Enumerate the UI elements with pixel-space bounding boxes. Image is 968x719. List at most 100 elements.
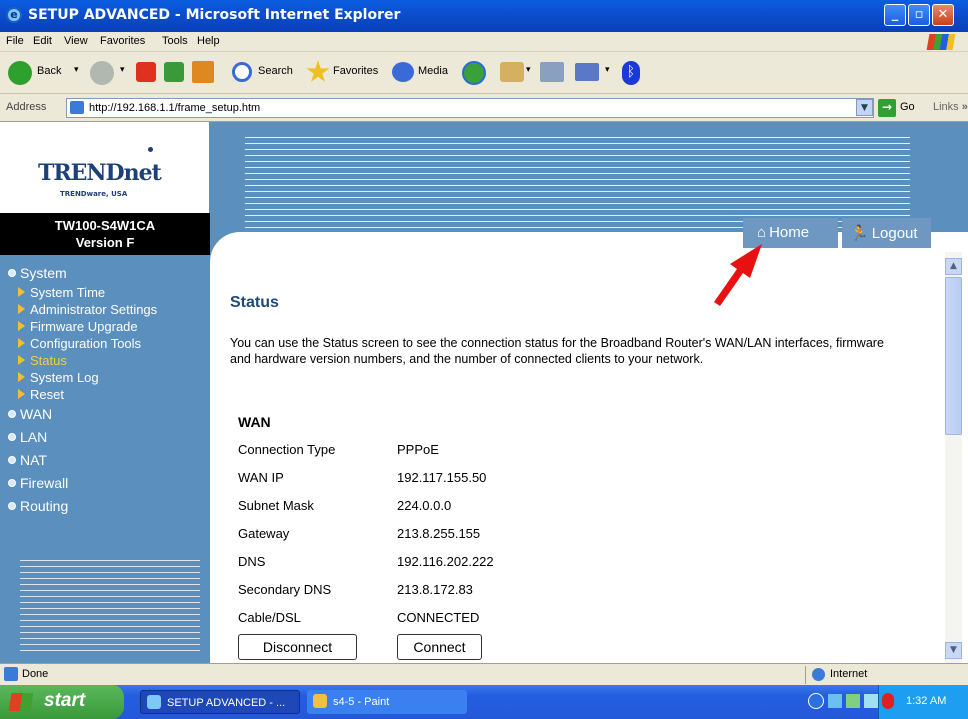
bullet-icon (8, 269, 16, 277)
secondary-dns-label: Secondary DNS (238, 582, 332, 597)
menu-tools[interactable]: Tools (162, 35, 188, 47)
bluetooth-tray-icon[interactable] (882, 693, 894, 709)
task-setup-advanced[interactable]: SETUP ADVANCED - ... (140, 690, 300, 714)
nav-nat[interactable]: NAT (8, 452, 47, 468)
links-label: Links (933, 101, 959, 113)
nav-system-time[interactable]: System Time (18, 285, 105, 300)
logo-dot-icon (148, 147, 153, 152)
media-button[interactable]: Media (418, 65, 448, 77)
nav-wan[interactable]: WAN (8, 406, 52, 422)
bullet-icon (8, 456, 16, 464)
home-icon: ⌂ (757, 224, 767, 241)
task-paint[interactable]: s4-5 - Paint (307, 690, 467, 714)
refresh-icon[interactable] (164, 62, 184, 82)
disconnect-button[interactable]: Disconnect (238, 634, 357, 660)
menu-edit[interactable]: Edit (33, 35, 52, 47)
cable-dsl-value: CONNECTED (397, 610, 480, 625)
model-version: Version F (75, 235, 135, 250)
status-bar: Done Internet (0, 663, 968, 685)
edit-dropdown-icon[interactable]: ▾ (605, 64, 610, 75)
window-title: SETUP ADVANCED - Microsoft Internet Expl… (28, 7, 401, 23)
home-icon[interactable] (192, 61, 214, 83)
menu-file[interactable]: File (6, 35, 24, 47)
model-info: TW100-S4W1CA Version F (0, 213, 210, 255)
go-button[interactable]: Go (900, 101, 915, 113)
back-icon[interactable] (8, 61, 32, 85)
favorites-icon[interactable] (306, 60, 330, 82)
nav-section-label: NAT (20, 452, 47, 468)
forward-icon[interactable] (90, 61, 114, 85)
bluetooth-icon[interactable]: ᛒ (622, 61, 640, 85)
nav-system[interactable]: System (8, 265, 67, 281)
mail-icon[interactable] (500, 62, 524, 82)
nav-system-log[interactable]: System Log (18, 370, 99, 385)
tray-expand-icon[interactable] (808, 693, 824, 709)
print-icon[interactable] (540, 62, 564, 82)
back-button[interactable]: Back (37, 65, 61, 77)
minimize-button[interactable]: _ (884, 4, 906, 26)
nav-reset[interactable]: Reset (18, 387, 64, 402)
links-button[interactable]: Links » (933, 101, 968, 113)
toolbar: Back ▾ ▾ Search Favorites Media ▾ ▾ ᛒ (0, 52, 968, 94)
scroll-thumb[interactable] (945, 277, 962, 435)
status-text: Done (22, 668, 49, 680)
menu-view[interactable]: View (64, 35, 88, 47)
model-name: TW100-S4W1CA (54, 218, 156, 233)
cable-dsl-label: Cable/DSL (238, 610, 301, 625)
nav-administrator-settings[interactable]: Administrator Settings (18, 302, 157, 317)
nav-item-label: Configuration Tools (30, 336, 142, 351)
nav-firmware-upgrade[interactable]: Firmware Upgrade (18, 319, 138, 334)
close-button[interactable]: ✕ (932, 4, 954, 26)
nav-lan[interactable]: LAN (8, 429, 47, 445)
nav-item-label: Reset (30, 387, 64, 402)
search-icon[interactable] (232, 62, 252, 82)
tray-app-icon[interactable] (846, 694, 860, 708)
forward-dropdown-icon[interactable]: ▾ (120, 64, 125, 75)
network-icon[interactable] (828, 694, 842, 708)
nav-routing[interactable]: Routing (8, 498, 68, 514)
nav-item-label: Firmware Upgrade (30, 319, 138, 334)
nav-section-label: Firewall (20, 475, 69, 491)
address-input[interactable]: http://192.168.1.1/frame_setup.htm (66, 98, 874, 118)
back-dropdown-icon[interactable]: ▾ (74, 64, 79, 75)
logout-button[interactable]: 🏃 Logout (842, 218, 931, 248)
favorites-button[interactable]: Favorites (333, 65, 378, 77)
search-button[interactable]: Search (258, 65, 293, 77)
menu-favorites[interactable]: Favorites (100, 35, 145, 47)
page-title: Status (230, 294, 279, 311)
dns-value: 192.116.202.222 (397, 554, 494, 569)
taskbar: start SETUP ADVANCED - ... s4-5 - Paint … (0, 685, 968, 719)
menu-help[interactable]: Help (197, 35, 220, 47)
windows-logo-icon (926, 34, 956, 50)
edit-icon[interactable] (575, 63, 599, 81)
security-zone: Internet (830, 668, 868, 680)
bullet-icon (8, 433, 16, 441)
mail-dropdown-icon[interactable]: ▾ (526, 64, 531, 75)
subnet-mask-value: 224.0.0.0 (397, 498, 452, 513)
tray-network-icon[interactable] (864, 694, 878, 708)
connect-button[interactable]: Connect (397, 634, 482, 660)
maximize-button[interactable]: ▫ (908, 4, 930, 26)
banner-decoration (245, 132, 910, 232)
clock[interactable]: 1:32 AM (906, 695, 946, 707)
history-icon[interactable] (462, 61, 486, 85)
stop-icon[interactable] (136, 62, 156, 82)
address-label: Address (6, 101, 47, 113)
scroll-down-icon[interactable]: ▼ (945, 642, 962, 659)
nav-status[interactable]: Status (18, 353, 67, 368)
logout-label: Logout (871, 225, 918, 242)
address-bar: Address http://192.168.1.1/frame_setup.h… (0, 94, 968, 122)
secondary-dns-value: 213.8.172.83 (397, 582, 473, 597)
subnet-mask-label: Subnet Mask (238, 498, 314, 513)
go-arrow-icon[interactable]: → (878, 99, 896, 117)
title-bar: e SETUP ADVANCED - Microsoft Internet Ex… (0, 0, 968, 32)
nav-system-label: System (20, 265, 67, 281)
page-done-icon (4, 667, 18, 681)
connection-type-value: PPPoE (397, 442, 439, 457)
wan-ip-label: WAN IP (238, 470, 284, 485)
scroll-up-icon[interactable]: ▲ (945, 258, 962, 275)
address-dropdown-icon[interactable]: ▼ (856, 99, 873, 116)
nav-configuration-tools[interactable]: Configuration Tools (18, 336, 141, 351)
media-icon[interactable] (392, 62, 414, 82)
nav-firewall[interactable]: Firewall (8, 475, 68, 491)
